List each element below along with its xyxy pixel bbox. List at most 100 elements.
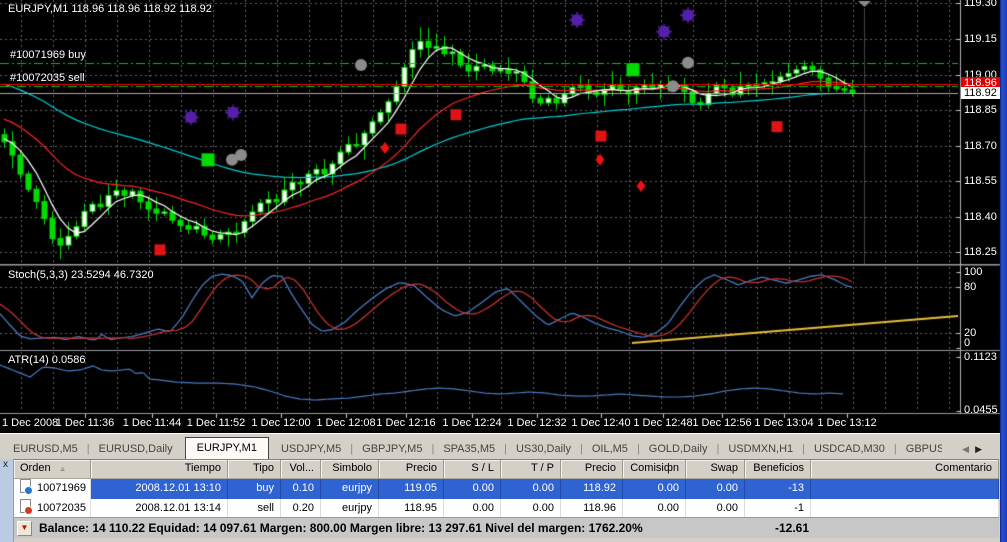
- time-axis-label: 1 Dec 12:40: [571, 417, 630, 429]
- time-axis-label: 1 Dec 11:44: [123, 417, 182, 429]
- bid-price-box: 118.92: [961, 87, 1003, 99]
- tab-eurusd-daily[interactable]: EURUSD,Daily: [90, 439, 182, 460]
- column-header-t-p[interactable]: T / P: [501, 460, 561, 478]
- tab-usdjpy-m5[interactable]: USDJPY,M5: [272, 439, 350, 460]
- tab-spa35-m5[interactable]: SPA35,M5: [434, 439, 504, 460]
- cell-precio: 119.05: [379, 479, 444, 499]
- time-axis-label: 1 Dec 13:04: [754, 417, 813, 429]
- order-doc-icon: [20, 499, 31, 513]
- column-header-precio[interactable]: Precio: [561, 460, 623, 478]
- column-header-precio[interactable]: Precio: [379, 460, 444, 478]
- cell-tipo: sell: [228, 499, 281, 519]
- cell-comentario: [811, 479, 999, 499]
- tab-us30-daily[interactable]: US30,Daily: [507, 439, 580, 460]
- column-header-tipo[interactable]: Tipo: [228, 460, 281, 478]
- tab-gold-daily[interactable]: GOLD,Daily: [640, 439, 717, 460]
- cell-tiempo: 2008.12.01 13:14: [91, 499, 228, 519]
- time-axis-label: 1 Dec 12:24: [442, 417, 501, 429]
- time-axis-label: 1 Dec 12:48: [633, 417, 692, 429]
- chart-canvas[interactable]: [0, 0, 1007, 433]
- history-arrow-icon[interactable]: ▼: [17, 521, 32, 536]
- chart-title: EURJPY,M1 118.96 118.96 118.92 118.92: [8, 3, 212, 15]
- cell-orden: 10072035: [14, 499, 91, 519]
- column-header-comisi-n[interactable]: Comisiфn: [623, 460, 686, 478]
- cell-s-l: 0.00: [444, 479, 501, 499]
- sort-asc-icon: ▵: [61, 464, 65, 473]
- column-header-comentario[interactable]: Comentario: [811, 460, 999, 478]
- cell-beneficios: -13: [745, 479, 811, 499]
- cell-vol-: 0.10: [281, 479, 321, 499]
- price-tick-label: 118.70: [964, 140, 997, 152]
- tab-usdcad-m30[interactable]: USDCAD,M30: [805, 439, 894, 460]
- cell-orden: 10071969: [14, 479, 91, 499]
- buy-order-line-label[interactable]: #10071969 buy: [10, 49, 86, 61]
- cell-vol-: 0.20: [281, 499, 321, 519]
- time-axis-label: 1 Dec 12:00: [251, 417, 310, 429]
- price-tick-label: 118.55: [964, 175, 997, 187]
- price-tick-label: 119.30: [964, 0, 997, 9]
- stoch-scale-label: 0: [964, 337, 970, 349]
- atr-scale-label: 0.1123: [964, 351, 997, 363]
- tab-eurjpy-m1[interactable]: EURJPY,M1: [185, 437, 269, 460]
- column-header-swap[interactable]: Swap: [686, 460, 745, 478]
- cell-t-p: 0.00: [501, 499, 561, 519]
- time-axis-label: 1 Dec 12:08: [316, 417, 375, 429]
- cell-comentario: [811, 499, 999, 519]
- tab-scroll-right-icon[interactable]: ▶: [975, 444, 988, 454]
- tab-usdmxn-h1[interactable]: USDMXN,H1: [719, 439, 802, 460]
- cell-precio: 118.96: [561, 499, 623, 519]
- cell-comisi-n: 0.00: [623, 479, 686, 499]
- time-axis-label: 1 Dec 12:32: [507, 417, 566, 429]
- cell-precio: 118.95: [379, 499, 444, 519]
- price-tick-label: 118.40: [964, 211, 997, 223]
- time-axis-label: 1 Dec 12:16: [376, 417, 435, 429]
- column-header-vol-[interactable]: Vol...: [281, 460, 321, 478]
- cell-simbolo: eurjpy: [321, 479, 379, 499]
- time-axis-label: 1 Dec 11:52: [187, 417, 246, 429]
- atr-scale-label: 0.0455: [964, 404, 998, 416]
- atr-indicator-label: ATR(14) 0.0586: [8, 354, 85, 366]
- cell-tiempo: 2008.12.01 13:10: [91, 479, 228, 499]
- cell-simbolo: eurjpy: [321, 499, 379, 519]
- tab-oil-m5[interactable]: OIL,M5: [583, 439, 637, 460]
- stochastic-indicator-label: Stoch(5,3,3) 23.5294 46.7320: [8, 269, 154, 281]
- cell-comisi-n: 0.00: [623, 499, 686, 519]
- chart-tabs: EURUSD,M5|EURUSD,DailyEURJPY,M1USDJPY,M5…: [0, 434, 942, 460]
- tab-scroll-left-icon[interactable]: ◀: [962, 444, 975, 454]
- total-profit-value: -12.61: [749, 521, 809, 535]
- terminal-panel: x Orden▵TiempoTipoVol...SimboloPrecioS /…: [0, 459, 1000, 542]
- column-header-beneficios[interactable]: Beneficios: [745, 460, 811, 478]
- column-header-orden[interactable]: Orden▵: [14, 460, 91, 478]
- time-axis-label: 1 Dec 12:56: [692, 417, 751, 429]
- tab-eurusd-m5[interactable]: EURUSD,M5: [4, 439, 87, 460]
- orders-table-rows: 100719692008.12.01 13:10buy0.10eurjpy119…: [14, 479, 999, 519]
- time-axis-label: 1 Dec 13:12: [817, 417, 876, 429]
- cell-precio: 118.92: [561, 479, 623, 499]
- price-tick-label: 119.15: [964, 33, 997, 45]
- window-right-border: [1000, 0, 1007, 542]
- order-row[interactable]: 100719692008.12.01 13:10buy0.10eurjpy119…: [14, 479, 999, 499]
- price-tick-label: 118.85: [964, 104, 997, 116]
- cell-tipo: buy: [228, 479, 281, 499]
- terminal-close-button[interactable]: x: [3, 459, 8, 470]
- cell-swap: 0.00: [686, 479, 745, 499]
- order-row[interactable]: 100720352008.12.01 13:14sell0.20eurjpy11…: [14, 499, 999, 519]
- time-axis-label: 1 Dec 11:36: [56, 417, 115, 429]
- column-header-s-l[interactable]: S / L: [444, 460, 501, 478]
- column-header-tiempo[interactable]: Tiempo: [91, 460, 228, 478]
- column-header-simbolo[interactable]: Simbolo: [321, 460, 379, 478]
- mt4-window: EURJPY,M1 118.96 118.96 118.92 118.92 #1…: [0, 0, 1007, 542]
- stoch-scale-label: 100: [964, 266, 982, 278]
- order-doc-icon: [20, 479, 31, 493]
- chart-tab-bar: EURUSD,M5|EURUSD,DailyEURJPY,M1USDJPY,M5…: [0, 433, 1000, 460]
- sell-order-line-label[interactable]: #10072035 sell: [10, 72, 85, 84]
- orders-table-header: Orden▵TiempoTipoVol...SimboloPrecioS / L…: [14, 460, 999, 479]
- tab-gbpusd-m30[interactable]: GBPUSD,M30: [897, 439, 942, 460]
- tab-gbpjpy-m5[interactable]: GBPJPY,M5: [353, 439, 431, 460]
- cell-swap: 0.00: [686, 499, 745, 519]
- price-tick-label: 118.25: [964, 246, 997, 258]
- account-status-bar: ▼ Balance: 14 110.22 Equidad: 14 097.61 …: [14, 517, 999, 538]
- cell-beneficios: -1: [745, 499, 811, 519]
- stoch-scale-label: 80: [964, 281, 976, 293]
- tab-scroll-arrows: ◀▶: [962, 444, 988, 455]
